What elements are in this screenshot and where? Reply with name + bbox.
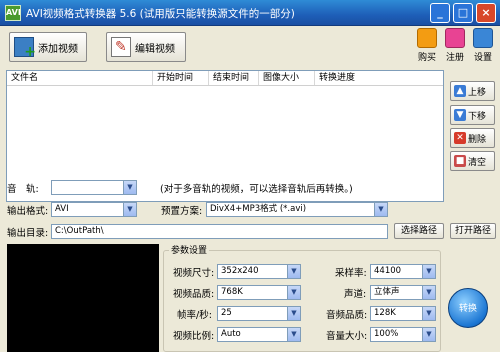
fps-value: 25	[221, 308, 232, 318]
convert-button[interactable]: 转换	[448, 288, 488, 328]
add-video-button[interactable]: 添加视频	[9, 32, 87, 62]
client-area: 添加视频 编辑视频 购买 注册 设置 文件名 开始时间 结束时间 图像大小 转换…	[0, 26, 500, 352]
preset-label: 预置方案:	[161, 206, 203, 217]
sample-rate-label: 采样率:	[335, 268, 367, 279]
chevron-down-icon[interactable]: ▼	[422, 328, 435, 341]
chevron-down-icon[interactable]: ▼	[287, 307, 300, 320]
aspect-label: 视频比例:	[173, 331, 215, 342]
video-size-select[interactable]: 352x240 ▼	[217, 264, 301, 279]
app-icon: AVI	[5, 5, 21, 21]
title-bar: AVI AVI视频格式转换器 5.6 (试用版只能转换源文件的一部分) _ □ …	[0, 0, 500, 26]
edit-video-label: 编辑视频	[135, 43, 175, 55]
edit-video-icon	[111, 37, 131, 57]
add-video-label: 添加视频	[38, 43, 78, 55]
maximize-button[interactable]: □	[453, 3, 473, 23]
output-format-select[interactable]: AVI ▼	[51, 202, 137, 217]
delete-button[interactable]: ✕ 删除	[450, 128, 495, 148]
audio-track-select[interactable]: ▼	[51, 180, 137, 195]
arrow-up-icon: ▲	[454, 85, 466, 97]
video-size-label: 视频尺寸:	[173, 268, 215, 279]
audio-quality-select[interactable]: 128K ▼	[370, 306, 436, 321]
register-label: 注册	[445, 53, 464, 63]
chevron-down-icon[interactable]: ▼	[123, 181, 136, 194]
lock-icon	[445, 28, 465, 48]
chevron-down-icon[interactable]: ▼	[374, 203, 387, 216]
close-button[interactable]: ×	[476, 3, 496, 23]
select-path-button[interactable]: 选择路径	[394, 223, 444, 239]
move-down-button[interactable]: ▼ 下移	[450, 105, 495, 125]
register-button[interactable]: 注册	[442, 28, 468, 63]
params-group-title: 参数设置	[169, 243, 210, 256]
volume-value: 100%	[374, 329, 399, 339]
settings-label: 设置	[473, 53, 492, 63]
move-down-label: 下移	[468, 111, 487, 122]
clear-icon: ■	[454, 155, 466, 167]
audio-track-hint: (对于多音轨的视频，可以选择音轨后再转换。)	[160, 184, 353, 195]
audio-track-label: 音 轨:	[7, 184, 39, 195]
minimize-button[interactable]: _	[430, 3, 450, 23]
chevron-down-icon[interactable]: ▼	[422, 286, 435, 299]
aspect-select[interactable]: Auto ▼	[217, 327, 301, 342]
col-start-time[interactable]: 开始时间	[153, 71, 209, 85]
window-title: AVI视频格式转换器 5.6 (试用版只能转换源文件的一部分)	[26, 8, 295, 20]
output-dir-label: 输出目录:	[7, 228, 49, 239]
preset-select[interactable]: DivX4+MP3格式 (*.avi) ▼	[206, 202, 388, 217]
move-up-label: 上移	[468, 87, 487, 98]
clear-button[interactable]: ■ 清空	[450, 151, 495, 171]
output-dir-field[interactable]: C:\OutPath\	[51, 224, 388, 239]
chevron-down-icon[interactable]: ▼	[287, 328, 300, 341]
fps-select[interactable]: 25 ▼	[217, 306, 301, 321]
audio-quality-label: 音频品质:	[326, 310, 368, 321]
buy-label: 购买	[417, 53, 436, 63]
channels-value: 立体声	[374, 287, 400, 297]
volume-label: 音量大小:	[326, 331, 368, 342]
sample-rate-value: 44100	[374, 266, 402, 276]
preset-value: DivX4+MP3格式 (*.avi)	[210, 204, 307, 214]
delete-label: 删除	[468, 134, 487, 145]
video-preview	[7, 244, 159, 352]
audio-quality-value: 128K	[374, 308, 396, 318]
chevron-down-icon[interactable]: ▼	[422, 307, 435, 320]
sample-rate-select[interactable]: 44100 ▼	[370, 264, 436, 279]
video-quality-select[interactable]: 768K ▼	[217, 285, 301, 300]
cart-icon	[417, 28, 437, 48]
col-image-size[interactable]: 图像大小	[259, 71, 315, 85]
settings-icon	[473, 28, 493, 48]
channels-label: 声道:	[344, 289, 367, 300]
move-up-button[interactable]: ▲ 上移	[450, 81, 495, 101]
output-format-value: AVI	[55, 204, 69, 214]
buy-button[interactable]: 购买	[414, 28, 440, 63]
chevron-down-icon[interactable]: ▼	[123, 203, 136, 216]
add-video-icon	[14, 37, 36, 60]
video-quality-value: 768K	[221, 287, 243, 297]
video-size-value: 352x240	[221, 266, 259, 276]
volume-select[interactable]: 100% ▼	[370, 327, 436, 342]
chevron-down-icon[interactable]: ▼	[422, 265, 435, 278]
arrow-down-icon: ▼	[454, 109, 466, 121]
edit-video-button[interactable]: 编辑视频	[106, 32, 186, 62]
col-end-time[interactable]: 结束时间	[209, 71, 259, 85]
video-quality-label: 视频品质:	[173, 289, 215, 300]
clear-label: 清空	[468, 157, 487, 168]
delete-icon: ✕	[454, 132, 466, 144]
aspect-value: Auto	[221, 329, 241, 339]
col-progress[interactable]: 转换进度	[315, 71, 375, 85]
chevron-down-icon[interactable]: ▼	[287, 265, 300, 278]
open-path-button[interactable]: 打开路径	[450, 223, 496, 239]
channels-select[interactable]: 立体声 ▼	[370, 285, 436, 300]
file-list-header: 文件名 开始时间 结束时间 图像大小 转换进度	[7, 71, 443, 86]
col-filename[interactable]: 文件名	[7, 71, 153, 85]
settings-button[interactable]: 设置	[470, 28, 496, 63]
chevron-down-icon[interactable]: ▼	[287, 286, 300, 299]
output-format-label: 输出格式:	[7, 206, 49, 217]
fps-label: 帧率/秒:	[177, 310, 212, 321]
